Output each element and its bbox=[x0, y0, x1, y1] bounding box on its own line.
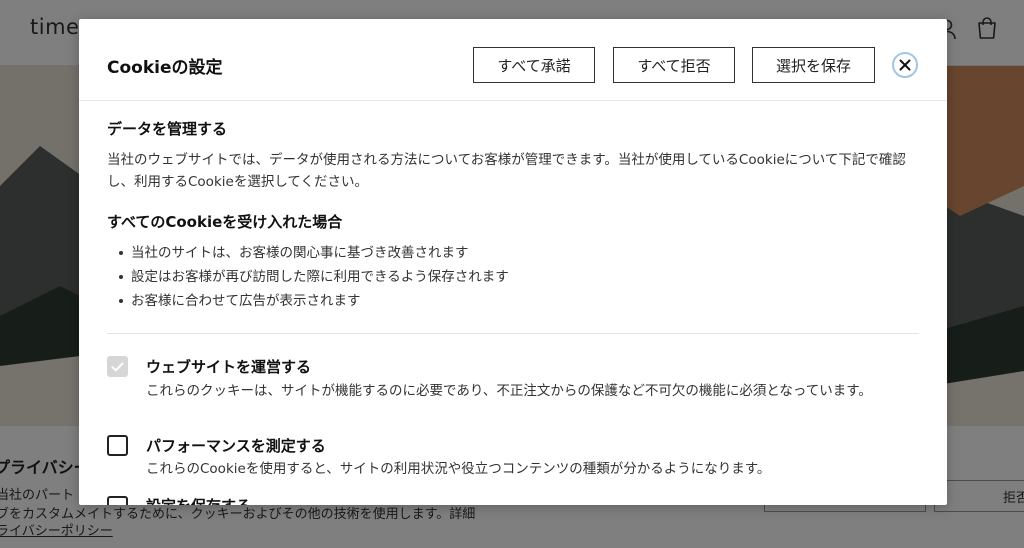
dialog-title: Cookieの設定 bbox=[107, 58, 223, 78]
measure-performance-title: パフォーマンスを測定する bbox=[146, 437, 326, 455]
accept-all-heading: すべてのCookieを受け入れた場合 bbox=[107, 213, 343, 231]
measure-performance-checkbox[interactable] bbox=[107, 435, 128, 456]
operate-website-title: ウェブサイトを運営する bbox=[146, 358, 312, 376]
close-icon bbox=[899, 59, 911, 71]
close-button[interactable] bbox=[892, 52, 918, 78]
save-selection-button[interactable]: 選択を保存 bbox=[752, 47, 875, 83]
measure-performance-description: これらのCookieを使用すると、サイトの利用状況や役立つコンテンツの種類が分か… bbox=[146, 461, 771, 477]
checkmark-icon bbox=[111, 362, 124, 371]
section-divider bbox=[107, 333, 919, 334]
operate-website-description: これらのクッキーは、サイトが機能するのに必要であり、不正注文からの保護など不可欠… bbox=[146, 383, 872, 399]
accept-all-button[interactable]: すべて承諾 bbox=[473, 47, 595, 83]
page: timep プライバシー 当社のパート ブをカスタムメイトするために、クッキーお… bbox=[0, 0, 1024, 548]
operate-website-checkbox bbox=[107, 356, 128, 377]
list-item: 当社のサイトは、お客様の関心事に基づき改善されます bbox=[107, 241, 509, 265]
save-settings-title: 設定を保存する bbox=[146, 495, 251, 505]
manage-data-text: 当社のウェブサイトでは、データが使用される方法についてお客様が管理できます。当社… bbox=[107, 152, 906, 190]
save-settings-checkbox[interactable] bbox=[107, 496, 128, 505]
dialog-body[interactable]: データを管理する 当社のウェブサイトでは、データが使用される方法についてお客様が… bbox=[107, 101, 919, 505]
manage-data-heading: データを管理する bbox=[107, 120, 228, 138]
list-item: お客様に合わせて広告が表示されます bbox=[107, 289, 509, 313]
reject-all-button[interactable]: すべて拒否 bbox=[613, 47, 735, 83]
cookie-settings-dialog: Cookieの設定 すべて承諾 すべて拒否 選択を保存 データを管理する 当社の… bbox=[79, 19, 947, 505]
benefits-list: 当社のサイトは、お客様の関心事に基づき改善されます 設定はお客様が再び訪問した際… bbox=[107, 241, 509, 313]
dialog-header: Cookieの設定 すべて承諾 すべて拒否 選択を保存 bbox=[79, 19, 947, 101]
list-item: 設定はお客様が再び訪問した際に利用できるよう保存されます bbox=[107, 265, 509, 289]
